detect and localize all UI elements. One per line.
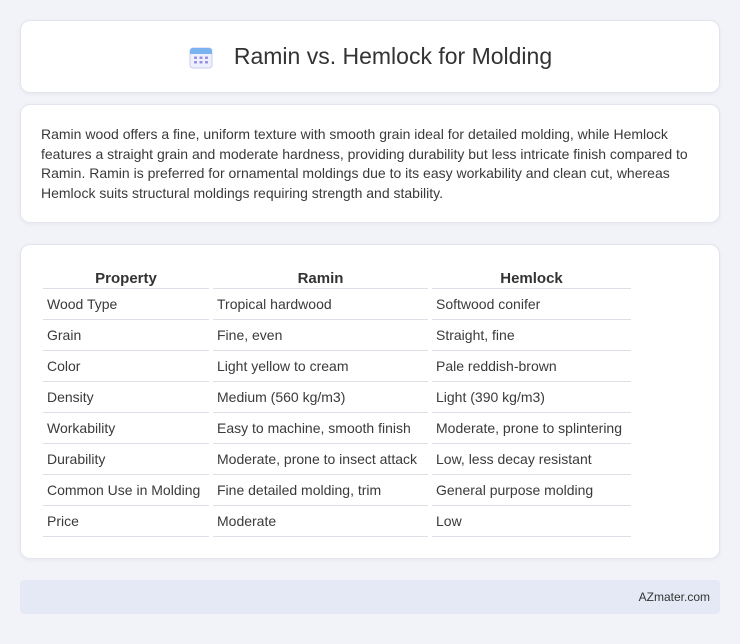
table-cell: Durability (43, 444, 209, 475)
column-header-ramin: Ramin (213, 265, 428, 289)
page-title: Ramin vs. Hemlock for Molding (233, 43, 553, 69)
table-row: Durability Moderate, prone to insect att… (43, 444, 631, 475)
table-cell: Fine, even (213, 320, 428, 351)
table-cell: Common Use in Molding (43, 475, 209, 506)
column-header-hemlock: Hemlock (432, 265, 631, 289)
table-cell: Moderate, prone to insect attack (213, 444, 428, 475)
intro-card: Ramin wood offers a fine, uniform textur… (20, 104, 720, 223)
table-cell: Moderate (213, 506, 428, 537)
table-cell: Low, less decay resistant (432, 444, 631, 475)
column-header-property: Property (43, 265, 209, 289)
comparison-table: Property Ramin Hemlock Wood Type Tropica… (39, 265, 635, 537)
title-card: Ramin vs. Hemlock for Molding (20, 20, 720, 93)
table-row: Density Medium (560 kg/m3) Light (390 kg… (43, 382, 631, 413)
table-cell: Color (43, 351, 209, 382)
table-cell: Fine detailed molding, trim (213, 475, 428, 506)
table-header-row: Property Ramin Hemlock (43, 265, 631, 289)
table-cell: Pale reddish-brown (432, 351, 631, 382)
table-cell: Workability (43, 413, 209, 444)
table-cell: Easy to machine, smooth finish (213, 413, 428, 444)
table-cell: Moderate, prone to splintering (432, 413, 631, 444)
comparison-table-card: Property Ramin Hemlock Wood Type Tropica… (20, 244, 720, 559)
intro-paragraph: Ramin wood offers a fine, uniform textur… (41, 126, 688, 201)
table-row: Common Use in Molding Fine detailed mold… (43, 475, 631, 506)
table-row: Price Moderate Low (43, 506, 631, 537)
table-cell: Low (432, 506, 631, 537)
table-row: Color Light yellow to cream Pale reddish… (43, 351, 631, 382)
table-cell: Straight, fine (432, 320, 631, 351)
table-row: Grain Fine, even Straight, fine (43, 320, 631, 351)
table-cell: Density (43, 382, 209, 413)
calendar-icon (189, 47, 213, 68)
table-cell: General purpose molding (432, 475, 631, 506)
table-cell: Medium (560 kg/m3) (213, 382, 428, 413)
table-cell: Softwood conifer (432, 289, 631, 320)
title-wrap: Ramin vs. Hemlock for Molding (188, 43, 552, 70)
table-cell: Wood Type (43, 289, 209, 320)
table-cell: Grain (43, 320, 209, 351)
table-row: Workability Easy to machine, smooth fini… (43, 413, 631, 444)
table-cell: Price (43, 506, 209, 537)
table-row: Wood Type Tropical hardwood Softwood con… (43, 289, 631, 320)
table-cell: Tropical hardwood (213, 289, 428, 320)
footer-bar: AZmater.com (20, 580, 720, 614)
footer-brand: AZmater.com (638, 590, 710, 604)
table-cell: Light (390 kg/m3) (432, 382, 631, 413)
table-cell: Light yellow to cream (213, 351, 428, 382)
